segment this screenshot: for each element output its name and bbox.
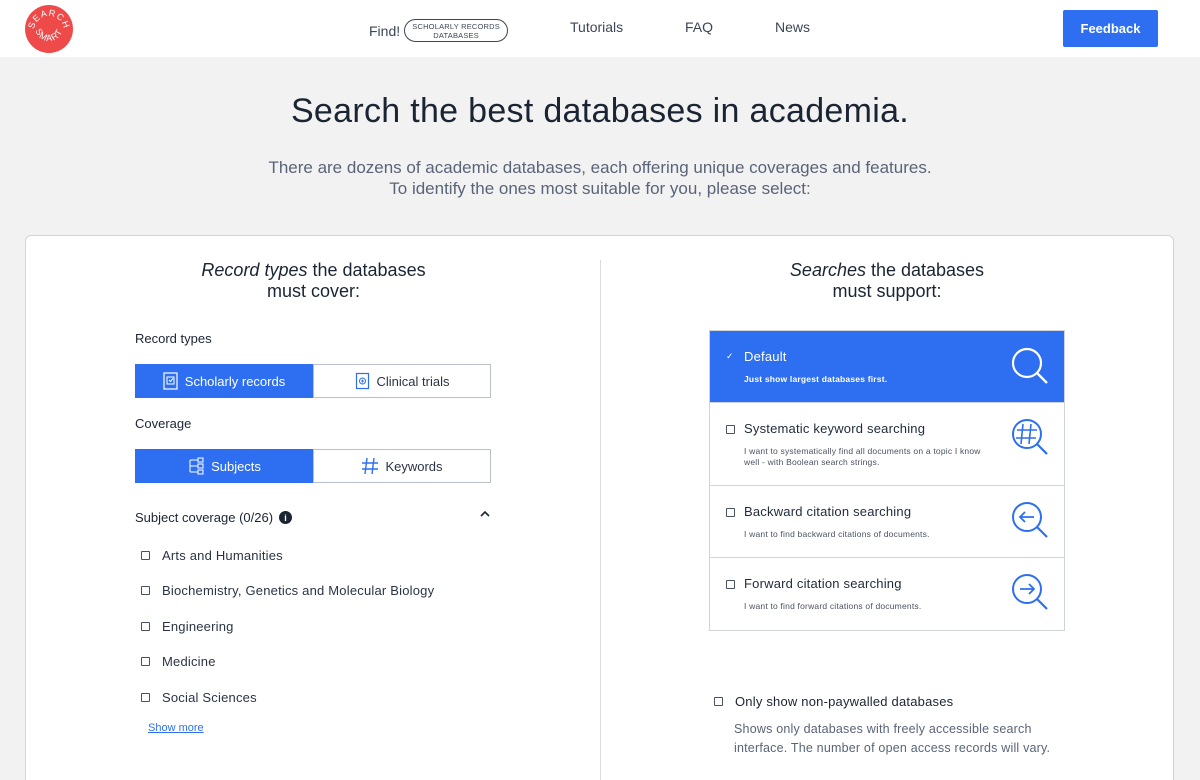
keywords-label: Keywords <box>385 458 443 474</box>
option-title: Default <box>744 349 787 364</box>
keywords-button[interactable]: Keywords <box>313 449 491 483</box>
option-title: Systematic keyword searching <box>744 421 926 436</box>
find-pill-line2: DATABASES <box>433 30 479 40</box>
coverage-label: Coverage <box>135 416 192 431</box>
subjects-label: Subjects <box>211 458 261 474</box>
subtitle-line-2: To identify the ones most suitable for y… <box>389 179 811 198</box>
nav-faq[interactable]: FAQ <box>685 19 713 35</box>
record-types-heading-em: Record types <box>201 260 308 280</box>
show-more-link[interactable]: Show more <box>148 722 204 734</box>
searches-heading-rest: the databases <box>865 260 985 280</box>
hashtag-icon <box>361 457 379 475</box>
checkbox[interactable] <box>141 551 150 560</box>
subject-label: Medicine <box>162 654 216 669</box>
subject-item[interactable]: Biochemistry, Genetics and Molecular Bio… <box>141 583 434 598</box>
checkbox[interactable] <box>141 657 150 666</box>
option-description: Just show largest databases first. <box>744 374 888 384</box>
magnifier-arrow-right-icon <box>1010 573 1050 618</box>
magnifier-arrow-left-icon <box>1010 501 1050 546</box>
filter-card: Record types the databases must cover: R… <box>25 235 1174 780</box>
checkbox[interactable] <box>726 580 735 589</box>
option-description: I want to find forward citations of docu… <box>744 601 922 611</box>
nav-tutorials[interactable]: Tutorials <box>570 19 623 35</box>
paywall-checkbox[interactable] <box>714 697 723 706</box>
svg-text:SEARCH: SEARCH <box>26 8 72 30</box>
subjects-button[interactable]: Subjects <box>135 449 313 483</box>
subject-item[interactable]: Social Sciences <box>141 690 257 705</box>
paywall-description: Shows only databases with freely accessi… <box>734 722 1051 755</box>
checkbox[interactable] <box>141 693 150 702</box>
subject-label: Arts and Humanities <box>162 548 283 563</box>
info-icon[interactable]: i <box>279 511 293 524</box>
search-option-backward[interactable]: Backward citation searching I want to fi… <box>710 486 1064 558</box>
checkbox[interactable] <box>726 425 735 434</box>
search-options-list: ✓ Default Just show largest databases fi… <box>709 330 1065 631</box>
coverage-toggle: Subjects Keywords <box>135 449 491 483</box>
subject-label: Engineering <box>162 619 234 634</box>
record-types-heading: Record types the databases must cover: <box>136 260 491 302</box>
subject-coverage-label: Subject coverage (0/26) <box>135 510 274 525</box>
option-description: I want to systematically find all docume… <box>744 446 981 467</box>
search-option-forward[interactable]: Forward citation searching I want to fin… <box>710 558 1064 630</box>
page-subtitle: There are dozens of academic databases, … <box>0 157 1200 199</box>
magnifier-hashtag-icon <box>1010 418 1050 463</box>
checkbox[interactable] <box>141 622 150 631</box>
search-option-default[interactable]: ✓ Default Just show largest databases fi… <box>710 331 1064 403</box>
scholarly-records-button[interactable]: Scholarly records <box>135 364 313 398</box>
clinical-trials-button[interactable]: Clinical trials <box>313 364 491 398</box>
find-label: Find! <box>369 22 401 39</box>
scholarly-records-label: Scholarly records <box>184 373 286 389</box>
checkmark-icon[interactable]: ✓ <box>726 351 734 362</box>
page-title: Search the best databases in academia. <box>290 92 910 130</box>
option-description: I want to find backward citations of doc… <box>744 529 930 539</box>
nav-find[interactable]: Find! SCHOLARLY RECORDS DATABASES <box>369 19 509 42</box>
clinical-icon <box>355 372 371 390</box>
checkbox[interactable] <box>726 508 735 517</box>
svg-text:SMART: SMART <box>33 27 64 43</box>
record-types-heading-line2: must cover: <box>266 281 361 301</box>
tree-icon <box>187 457 205 475</box>
search-option-systematic[interactable]: Systematic keyword searching I want to s… <box>710 403 1064 486</box>
searches-heading: Searches the databases must support: <box>709 260 1065 302</box>
nav-news[interactable]: News <box>775 19 810 35</box>
record-types-label: Record types <box>135 331 212 346</box>
top-navigation-bar: SEARCH SMART Find! SCHOLARLY RECORDS DAT… <box>0 0 1200 57</box>
option-title: Forward citation searching <box>744 576 902 591</box>
column-divider <box>600 260 601 780</box>
subject-item[interactable]: Medicine <box>141 654 216 669</box>
subject-item[interactable]: Arts and Humanities <box>141 548 283 563</box>
chevron-up-icon[interactable] <box>479 508 491 523</box>
paywall-label[interactable]: Only show non-paywalled databases <box>735 694 953 709</box>
subject-coverage-header[interactable]: Subject coverage (0/26) i <box>135 510 491 525</box>
subject-item[interactable]: Engineering <box>141 619 234 634</box>
checkbox[interactable] <box>141 586 150 595</box>
subject-label: Social Sciences <box>162 690 257 705</box>
clinical-trials-label: Clinical trials <box>376 373 450 389</box>
searches-heading-line2: must support: <box>832 281 942 301</box>
find-type-pill[interactable]: SCHOLARLY RECORDS DATABASES <box>404 19 509 42</box>
searches-heading-em: Searches <box>789 260 866 280</box>
option-title: Backward citation searching <box>744 504 912 519</box>
feedback-button[interactable]: Feedback <box>1063 10 1158 47</box>
subtitle-line-1: There are dozens of academic databases, … <box>268 158 932 177</box>
subject-label: Biochemistry, Genetics and Molecular Bio… <box>162 583 435 598</box>
record-types-toggle: Scholarly records Clinical trials <box>135 364 491 398</box>
search-smart-logo[interactable]: SEARCH SMART <box>25 5 73 53</box>
document-icon <box>163 372 179 390</box>
magnifier-icon <box>1010 347 1050 392</box>
record-types-heading-rest: the databases <box>307 260 426 280</box>
find-pill-line1: SCHOLARLY RECORDS <box>412 21 500 31</box>
